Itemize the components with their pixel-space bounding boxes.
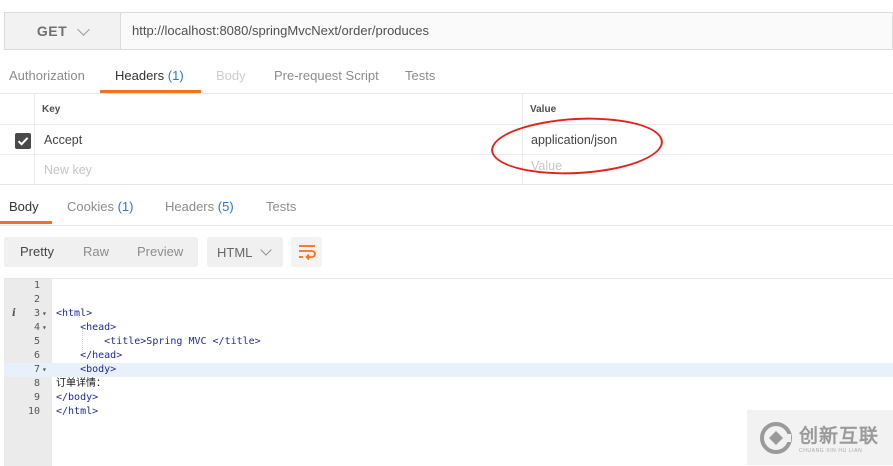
tab-label: Headers [115, 68, 165, 83]
header-value-input[interactable]: application/json [531, 125, 617, 154]
code-line: 5 <title>Spring MVC </title> [4, 335, 893, 349]
new-header-row: New key Value [0, 155, 893, 185]
wrap-lines-icon [298, 245, 316, 261]
tab-body[interactable]: Body [216, 62, 246, 93]
title-line: <title>Spring MVC </title> [56, 336, 261, 347]
chevron-down-icon [260, 244, 273, 256]
line-text: </html> [56, 406, 99, 417]
new-key-input[interactable]: New key [44, 155, 92, 185]
response-tabs: Body Cookies (1) Headers (5) Tests [0, 193, 893, 226]
line-number: 8 [33, 378, 40, 389]
line-number: 7 [33, 364, 40, 375]
checkmark-icon [17, 137, 29, 146]
tab-count: (1) [167, 68, 184, 83]
tab-label: Tests [266, 199, 297, 214]
line-number: 5 [33, 336, 40, 347]
tab-label: Headers [165, 199, 215, 214]
code-line: 9 </body> [4, 391, 893, 405]
logo-icon [760, 421, 792, 454]
key-column-header: Key [42, 103, 61, 115]
tab-label: Pre-request Script [274, 68, 379, 83]
fold-arrow-icon[interactable]: ▾ [42, 307, 50, 321]
tab-headers[interactable]: Headers (1) [100, 62, 201, 93]
line-number: 4 [33, 322, 40, 333]
line-text: <head> [56, 322, 117, 333]
fold-arrow-icon[interactable]: ▾ [42, 363, 50, 377]
method-select[interactable]: GET [5, 13, 121, 49]
line-text: 订单详情： [56, 378, 106, 389]
format-label: HTML [217, 244, 253, 260]
tab-authorization[interactable]: Authorization [9, 62, 85, 93]
fold-arrow-icon[interactable]: ▾ [42, 321, 50, 335]
watermark-subtext: CHUANG XIN HU LIAN [799, 448, 863, 454]
header-enabled-checkbox[interactable] [15, 133, 31, 149]
tab-label: Cookies [67, 199, 114, 214]
line-text: </head> [56, 350, 123, 361]
line-text: <html> [56, 308, 93, 319]
code-line: 2 [4, 293, 893, 307]
line-number: 3 [33, 308, 40, 319]
code-line: 6 </head> [4, 349, 893, 363]
code-line-current: 7 ▾ <body> [4, 363, 893, 377]
code-line: 4 ▾ <head> [4, 321, 893, 335]
request-bar: GET http://localhost:8080/springMvcNext/… [4, 12, 893, 50]
watermark-text: 创新互联 [799, 426, 880, 447]
tab-count: (5) [217, 199, 234, 214]
tab-pre-request-script[interactable]: Pre-request Script [274, 62, 379, 93]
preview-button[interactable]: Preview [137, 237, 183, 267]
headers-table: Key Value Accept application/json New ke… [0, 94, 893, 185]
value-column-header: Value [530, 103, 557, 115]
tab-response-tests[interactable]: Tests [266, 193, 296, 224]
tab-label: Body [9, 199, 39, 214]
watermark-logo: 创新互联 CHUANG XIN HU LIAN [747, 410, 893, 465]
line-number: 6 [33, 350, 40, 361]
request-tabs: Authorization Headers (1) Body Pre-reque… [0, 62, 893, 94]
line-text: </body> [56, 392, 99, 403]
headers-table-header: Key Value [0, 94, 893, 125]
method-label: GET [36, 23, 68, 39]
chevron-down-icon [77, 22, 91, 36]
line-text: <title>Spring MVC </title> [56, 335, 261, 349]
line-number: 9 [33, 392, 40, 403]
code-line: 1 [4, 279, 893, 293]
format-select[interactable]: HTML [207, 237, 283, 267]
tab-label: Authorization [9, 68, 85, 83]
url-input[interactable]: http://localhost:8080/springMvcNext/orde… [132, 13, 429, 49]
code-line: i 3 ▾ <html> [4, 307, 893, 321]
tab-response-body[interactable]: Body [0, 193, 52, 224]
header-key-input[interactable]: Accept [44, 125, 82, 154]
raw-button[interactable]: Raw [83, 237, 109, 267]
view-mode-toggle: Pretty Raw Preview [4, 237, 198, 267]
code-line: 8 订单详情： [4, 377, 893, 391]
tab-tests[interactable]: Tests [405, 62, 435, 93]
table-row: Accept application/json [0, 125, 893, 155]
line-text: <body> [56, 364, 117, 375]
tab-label: Tests [405, 68, 436, 83]
line-number: 10 [27, 406, 40, 417]
pretty-button[interactable]: Pretty [20, 237, 54, 267]
tab-cookies[interactable]: Cookies (1) [67, 193, 133, 224]
tab-label: Body [216, 68, 246, 83]
wrap-lines-button[interactable] [291, 237, 322, 267]
line-number: 1 [33, 280, 40, 291]
line-number: 2 [33, 294, 40, 305]
new-value-input[interactable]: Value [531, 151, 562, 181]
tab-count: (1) [117, 199, 134, 214]
tab-response-headers[interactable]: Headers (5) [165, 193, 234, 224]
